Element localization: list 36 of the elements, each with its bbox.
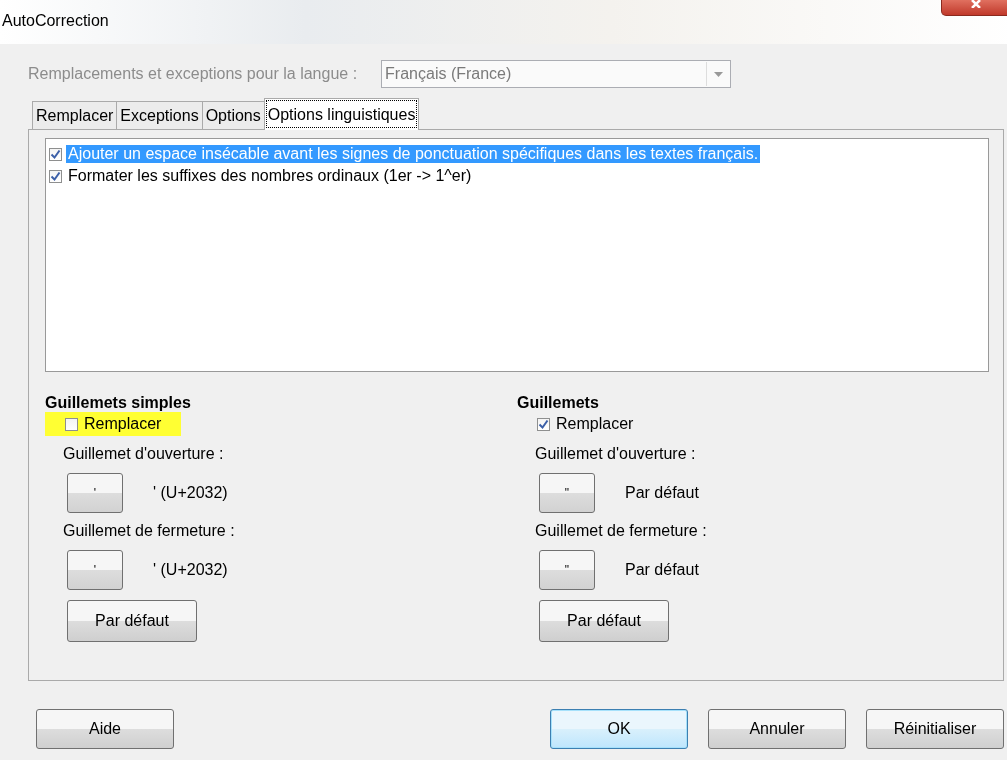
quote-value: ' (U+2032) xyxy=(153,484,228,502)
dropdown-arrow-icon xyxy=(713,71,723,77)
checkbox[interactable] xyxy=(49,147,62,161)
window-title: AutoCorrection xyxy=(2,12,109,30)
field-label: Guillemet d'ouverture : xyxy=(63,445,224,463)
quote-value: ' (U+2032) xyxy=(153,561,228,579)
quote-value: Par défaut xyxy=(625,561,699,579)
close-icon xyxy=(969,0,983,8)
checkbox[interactable] xyxy=(49,169,62,183)
default-button[interactable]: Par défaut xyxy=(539,600,669,642)
dialog-button[interactable]: Réinitialiser xyxy=(866,709,1004,749)
field-label: Guillemet de fermeture : xyxy=(535,522,707,540)
checkbox-label[interactable]: Remplacer xyxy=(556,415,634,433)
default-button[interactable]: Par défaut xyxy=(67,600,197,642)
field-label: Guillemet de fermeture : xyxy=(63,522,235,540)
tab[interactable]: Remplacer xyxy=(32,101,118,129)
close-button[interactable] xyxy=(941,0,1007,16)
option-item[interactable]: Formater les suffixes des nombres ordinaux (1er -> 1^er) xyxy=(66,167,474,185)
checkbox-label[interactable]: Remplacer xyxy=(84,415,162,433)
dialog-button[interactable]: Aide xyxy=(36,709,174,749)
section-title: Guillemets xyxy=(517,394,599,412)
checkbox[interactable] xyxy=(537,417,550,431)
tab[interactable]: Options xyxy=(201,101,265,129)
dialog-button[interactable]: OK xyxy=(550,709,688,749)
language-label: Remplacements et exceptions pour la langue : xyxy=(28,65,358,83)
quote-button[interactable]: " xyxy=(539,550,595,590)
section-title: Guillemets simples xyxy=(45,394,191,412)
field-label: Guillemet d'ouverture : xyxy=(535,445,696,463)
tab[interactable]: Options linguistiques xyxy=(263,98,420,130)
quote-button[interactable]: ' xyxy=(67,550,123,590)
checkbox[interactable] xyxy=(65,417,78,431)
quote-button[interactable]: " xyxy=(539,473,595,513)
quote-value: Par défaut xyxy=(625,484,699,502)
quote-button[interactable]: ' xyxy=(67,473,123,513)
dialog-button[interactable]: Annuler xyxy=(708,709,846,749)
tab[interactable]: Exceptions xyxy=(116,101,203,129)
